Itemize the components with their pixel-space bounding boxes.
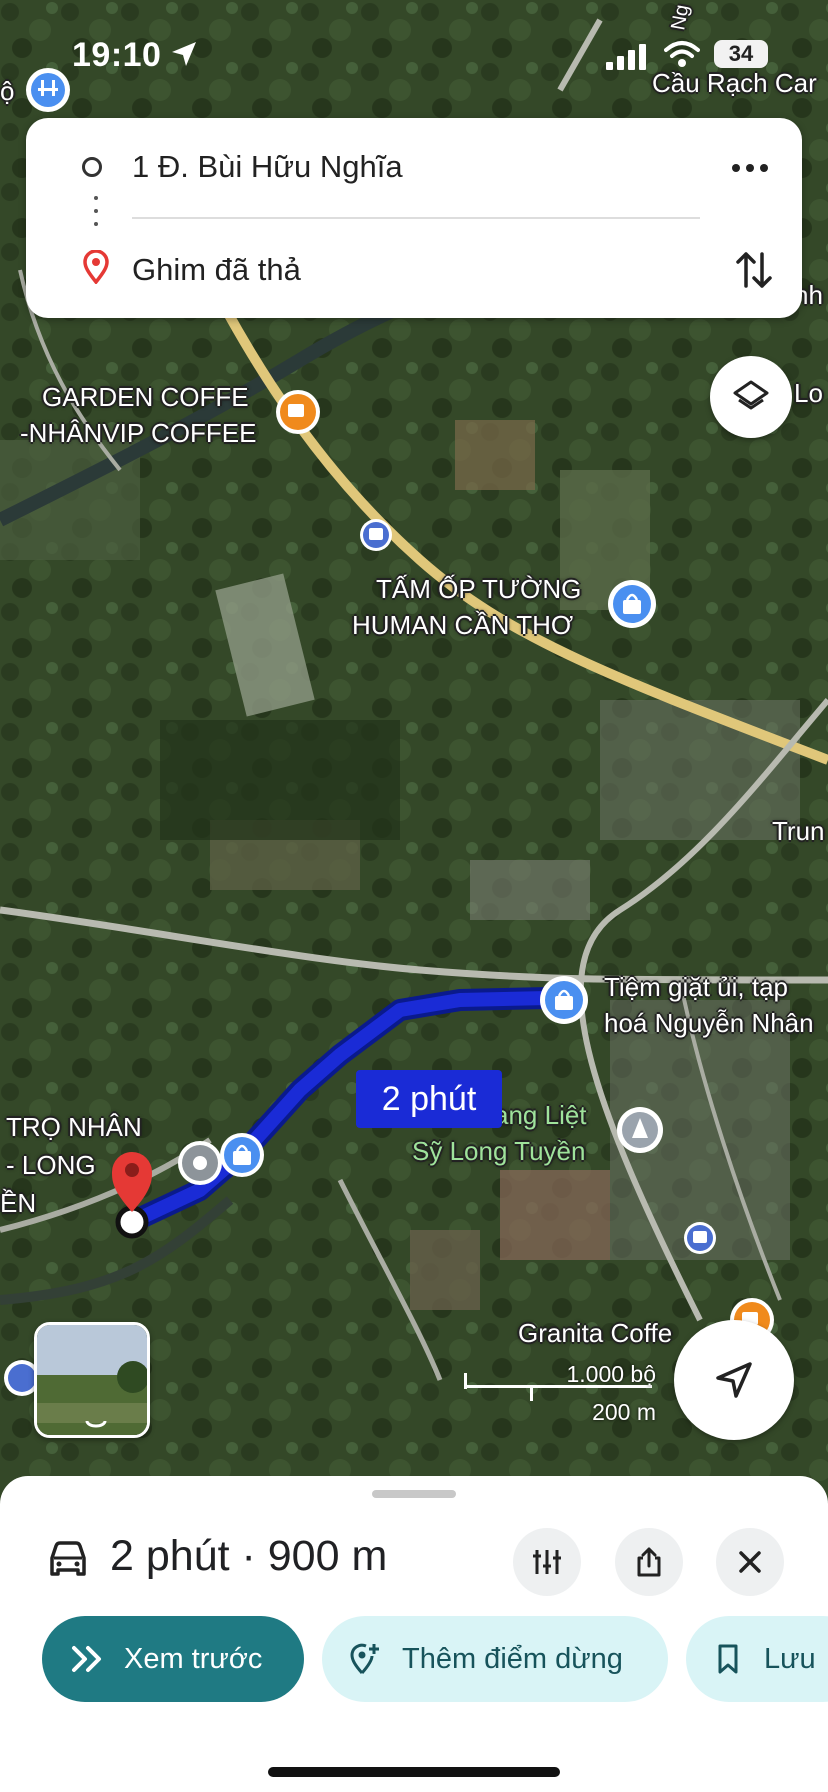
preview-label: Xem trước [124,1643,263,1675]
shopping-poi-icon-3[interactable] [220,1133,264,1177]
swap-icon[interactable] [732,246,776,294]
scale-imperial: 1.000 bộ [566,1361,656,1387]
origin-field[interactable]: 1 Đ. Bùi Hữu Nghĩa [132,149,403,185]
trip-summary: 2 phút · 900 m [110,1532,388,1580]
car-icon [50,1541,86,1576]
signal-icon [606,44,646,70]
poi-label-tuyen[interactable]: ỀN [0,1188,36,1219]
destination-pin-icon [83,250,109,284]
status-bar: 19:10 34 [0,0,828,100]
share-icon [637,1547,661,1577]
poi-label-nghia-trang-1[interactable]: ang Liệt [494,1100,587,1131]
poi-label-tam-op-tuong[interactable]: TẤM ỐP TƯỜNG [376,574,581,605]
more-options-icon[interactable] [728,150,772,186]
share-button[interactable] [615,1528,683,1596]
home-indicator[interactable] [268,1767,560,1777]
poi-label-partial-trun: Trun [772,816,825,846]
poi-label-granita-coffe[interactable]: Granita Coffe [518,1318,672,1349]
preview-button[interactable]: Xem trước [42,1616,304,1702]
save-label: Lưu [764,1643,816,1675]
shopping-poi-icon[interactable] [608,580,656,628]
add-stop-label: Thêm điểm dừng [402,1643,623,1675]
poi-label-nhanvip-coffee[interactable]: -NHÂNVIP COFFEE [20,418,256,449]
route-options-button[interactable] [513,1528,581,1596]
poi-label-garden-coffe[interactable]: GARDEN COFFE [42,382,249,413]
shopping-poi-icon-2[interactable] [540,976,588,1024]
cafe-poi-icon[interactable] [276,390,320,434]
route-duration-badge[interactable]: 2 phút [356,1070,502,1128]
preview-chevrons-icon [72,1646,101,1672]
poi-label-partial-lo: Lo [794,378,823,408]
destination-field[interactable]: Ghim đã thả [132,252,301,288]
status-time: 19:10 [72,36,162,74]
layers-icon [733,380,769,410]
route-options-icon [533,1550,561,1574]
map-scale: 1.000 bộ 200 m [462,1355,662,1425]
bookmark-icon [718,1644,738,1674]
poi-label-nghia-trang-2[interactable]: Sỹ Long Tuyền [412,1136,585,1167]
map-layers-button[interactable] [710,356,792,438]
battery-indicator: 34 [714,40,768,68]
recenter-button[interactable] [674,1320,794,1440]
location-arrow-icon [172,42,196,66]
street-view-thumbnail[interactable] [34,1322,150,1438]
recenter-arrow-icon [716,1362,752,1398]
close-icon [739,1551,761,1573]
add-stop-button[interactable]: Thêm điểm dừng [322,1616,668,1702]
poi-label-tiem-giat-ui[interactable]: Tiệm giặt ủi, tạp [604,972,788,1003]
poi-label-human-can-tho[interactable]: HUMAN CẦN THƠ [352,610,573,641]
origin-circle-icon [82,157,102,177]
add-stop-icon [350,1643,379,1674]
poi-label-tro-nhan[interactable]: TRỌ NHÂN [6,1112,142,1143]
bus-stop-icon-2[interactable] [684,1222,716,1254]
save-button[interactable]: Lưu [686,1616,828,1702]
close-button[interactable] [716,1528,784,1596]
sheet-drag-handle[interactable] [372,1490,456,1498]
fields-divider [132,217,700,219]
bus-stop-icon[interactable] [360,519,392,551]
monument-poi-icon[interactable] [617,1107,663,1153]
scale-metric: 200 m [592,1399,656,1425]
trip-bottom-sheet: 2 phút · 900 m Xem trước Thêm điểm dừng … [0,1476,828,1792]
poi-label-long[interactable]: - LONG [6,1150,96,1181]
route-dots-icon [94,196,98,235]
waypoint-marker[interactable] [178,1141,222,1185]
poi-label-hoa-nguyen-nhan[interactable]: hoá Nguyễn Nhân [604,1008,814,1039]
wifi-icon [664,41,700,67]
